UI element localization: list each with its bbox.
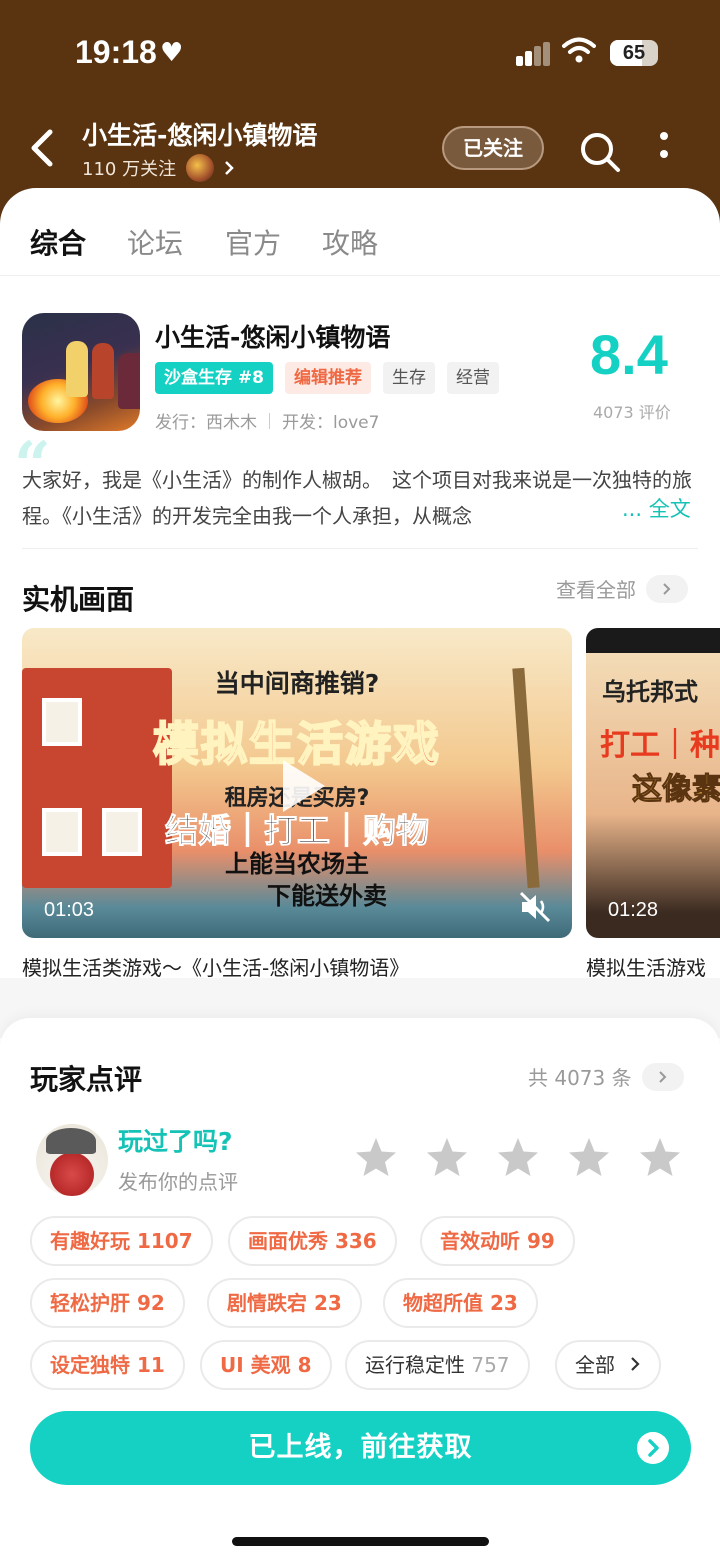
wifi-icon bbox=[562, 37, 596, 63]
game-tags: 沙盒生存 #8 编辑推荐 生存 经营 bbox=[155, 362, 499, 394]
chevron-right-icon bbox=[631, 1357, 640, 1371]
review-tag-chip[interactable]: 音效动听 99 bbox=[420, 1216, 575, 1266]
get-game-label: 已上线，前往获取 bbox=[248, 1432, 473, 1463]
game-icon[interactable] bbox=[22, 313, 140, 431]
chevron-right-icon bbox=[646, 574, 688, 603]
follower-avatar bbox=[186, 154, 215, 182]
all-tags-label: 全部 bbox=[575, 1353, 615, 1377]
tab-guides[interactable]: 攻略 bbox=[322, 222, 378, 262]
editor-pick-tag[interactable]: 编辑推荐 bbox=[285, 362, 371, 394]
video-duration: 01:03 bbox=[44, 899, 95, 921]
cellular-signal-icon bbox=[516, 42, 552, 66]
star-icon[interactable] bbox=[567, 1136, 611, 1178]
star-icon[interactable] bbox=[638, 1136, 682, 1178]
review-total: 共 4073 条 bbox=[528, 1066, 632, 1090]
review-tag-chip[interactable]: 设定独特 11 bbox=[30, 1340, 185, 1390]
review-prompt-sub: 发布你的点评 bbox=[118, 1170, 238, 1194]
publisher-label: 发行：西木木 bbox=[155, 413, 257, 433]
video-caption[interactable]: 模拟生活游戏 bbox=[586, 952, 706, 981]
game-credits: 发行：西木木 开发：love7 bbox=[155, 408, 379, 433]
see-all-label: 查看全部 bbox=[556, 578, 636, 602]
reviews-title: 玩家点评 bbox=[30, 1063, 143, 1096]
all-tags-button[interactable]: 全部 bbox=[555, 1340, 662, 1390]
follower-count[interactable]: 110 万关注 bbox=[82, 154, 234, 182]
more-options-icon[interactable] bbox=[656, 132, 672, 168]
review-tag-chip[interactable]: 物超所值 23 bbox=[383, 1278, 538, 1328]
genre-tag[interactable]: 经营 bbox=[447, 362, 499, 394]
get-game-button[interactable]: 已上线，前往获取 bbox=[30, 1411, 691, 1485]
game-name: 小生活-悠闲小镇物语 bbox=[155, 323, 391, 352]
heart-icon: ♥ bbox=[160, 38, 184, 68]
review-tag-chip[interactable]: 画面优秀 336 bbox=[228, 1216, 397, 1266]
avatar bbox=[36, 1124, 108, 1196]
video-caption[interactable]: 模拟生活类游戏～《小生活-悠闲小镇物语》 bbox=[22, 952, 409, 981]
rank-tag[interactable]: 沙盒生存 #8 bbox=[155, 362, 273, 394]
divider bbox=[22, 548, 698, 549]
search-icon[interactable] bbox=[578, 130, 622, 174]
video-thumbnail[interactable]: 乌托邦式 打工｜种 这像素 01:28 bbox=[586, 628, 720, 938]
see-all-button[interactable]: 查看全部 bbox=[556, 574, 688, 603]
video-overlay-text: 乌托邦式 bbox=[602, 678, 698, 706]
page-title: 小生活-悠闲小镇物语 bbox=[82, 121, 318, 150]
review-prompt: 玩过了吗? bbox=[118, 1127, 233, 1156]
tab-forum[interactable]: 论坛 bbox=[127, 222, 183, 262]
content-sheet: 综合 论坛 官方 攻略 小生活-悠闲小镇物语 沙盒生存 #8 编辑推荐 生存 经… bbox=[0, 188, 720, 1561]
chevron-right-icon bbox=[225, 161, 234, 175]
rating-stars bbox=[354, 1136, 682, 1178]
status-bar: 19:18 ♥ 65 bbox=[0, 0, 720, 100]
arrow-right-icon bbox=[637, 1432, 669, 1464]
video-overlay-text: 下能送外卖 bbox=[267, 882, 387, 910]
all-reviews-button[interactable]: 共 4073 条 bbox=[528, 1062, 684, 1091]
developer-label: 开发：love7 bbox=[282, 413, 380, 433]
follower-count-text: 110 万关注 bbox=[82, 159, 177, 180]
game-intro: 大家好，我是《小生活》的制作人椒胡。 这个项目对我来说是一次独特的旅程。《小生活… bbox=[22, 468, 692, 528]
rating-count: 4073 评价 bbox=[593, 403, 671, 422]
chevron-right-icon bbox=[641, 1062, 684, 1091]
read-full-text-link[interactable]: ... 全文 bbox=[616, 493, 691, 523]
review-tag-chip[interactable]: 轻松护肝 92 bbox=[30, 1278, 185, 1328]
battery-level: 65 bbox=[622, 42, 646, 64]
video-duration: 01:28 bbox=[608, 899, 659, 921]
battery-icon: 65 bbox=[610, 40, 658, 66]
star-icon[interactable] bbox=[354, 1136, 398, 1178]
video-thumbnail[interactable]: 当中间商推销? 模拟生活游戏 租房还是买房? 结婚｜打工｜购物 上能当农场主 下… bbox=[22, 628, 572, 938]
video-overlay-text: 打工｜种 bbox=[600, 728, 720, 763]
game-score: 8.4 bbox=[590, 323, 668, 386]
chip-label: 运行稳定性 bbox=[365, 1353, 465, 1377]
review-tag-chip[interactable]: 剧情跌宕 23 bbox=[207, 1278, 362, 1328]
play-icon[interactable] bbox=[277, 756, 329, 816]
review-tag-chip[interactable]: UI 美观 8 bbox=[200, 1340, 332, 1390]
tab-bar: 综合 论坛 官方 攻略 bbox=[0, 188, 720, 276]
genre-tag[interactable]: 生存 bbox=[383, 362, 435, 394]
tab-official[interactable]: 官方 bbox=[225, 222, 281, 262]
page-header: 小生活-悠闲小镇物语 110 万关注 已关注 bbox=[0, 100, 720, 195]
video-overlay-text: 当中间商推销? bbox=[214, 669, 380, 698]
status-time: 19:18 bbox=[75, 34, 157, 70]
mute-icon[interactable] bbox=[518, 890, 552, 924]
video-overlay-text: 这像素 bbox=[632, 772, 720, 808]
screenshots-title: 实机画面 bbox=[22, 583, 135, 616]
follow-button[interactable]: 已关注 bbox=[442, 126, 544, 170]
star-icon[interactable] bbox=[425, 1136, 469, 1178]
chip-count: 757 bbox=[471, 1353, 510, 1377]
review-tag-chip-neutral[interactable]: 运行稳定性 757 bbox=[345, 1340, 530, 1390]
video-overlay-text: 上能当农场主 bbox=[225, 850, 369, 878]
tab-overview[interactable]: 综合 bbox=[30, 222, 87, 262]
home-indicator[interactable] bbox=[232, 1537, 489, 1546]
review-tag-chip[interactable]: 有趣好玩 1107 bbox=[30, 1216, 213, 1266]
back-arrow-icon[interactable] bbox=[28, 128, 58, 168]
star-icon[interactable] bbox=[496, 1136, 540, 1178]
